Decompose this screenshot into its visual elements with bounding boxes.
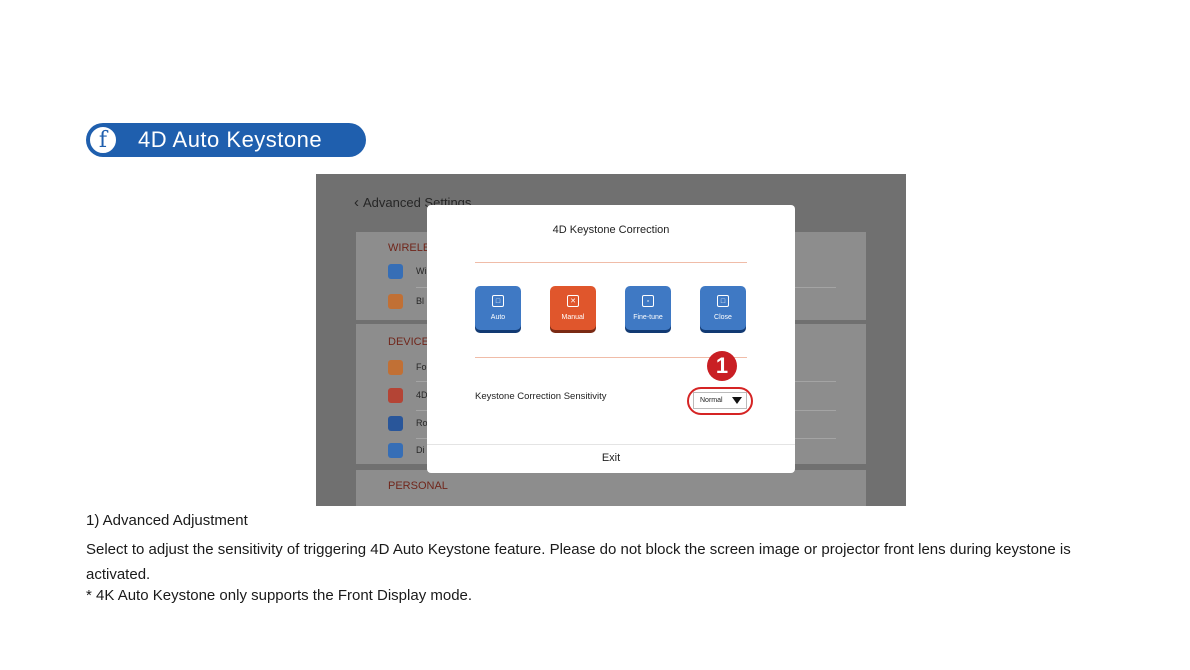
step-description: Select to adjust the sensitivity of trig…: [86, 541, 1071, 583]
ui-screenshot: ‹ Advanced Settings WIRELE Wi Bl DEVICE …: [316, 174, 906, 506]
section-letter-badge: f: [88, 125, 118, 155]
callout-highlight: [687, 387, 753, 415]
section-title: 4D Auto Keystone: [138, 127, 323, 152]
option-label: Auto: [490, 314, 506, 321]
callout-number-badge: 1: [707, 351, 737, 381]
footnote: * 4K Auto Keystone only supports the Fro…: [86, 587, 473, 604]
option-label: Fine-tune: [633, 314, 663, 321]
manual-icon: ✕: [567, 295, 579, 307]
option-label: Close: [714, 314, 732, 321]
keystone-dialog: 4D Keystone Correction □ Auto ✕ Manual ▫…: [427, 205, 795, 473]
fine-tune-option-button[interactable]: ▫ Fine-tune: [625, 286, 671, 330]
auto-icon: □: [492, 295, 504, 307]
dialog-title: 4D Keystone Correction: [552, 224, 670, 236]
section-header: f 4D Auto Keystone: [86, 123, 366, 157]
divider: [475, 357, 747, 358]
step-heading: 1) Advanced Adjustment: [86, 512, 248, 529]
close-option-button[interactable]: □ Close: [700, 286, 746, 330]
divider: [475, 262, 747, 263]
exit-button[interactable]: Exit: [427, 452, 795, 464]
close-icon: □: [717, 295, 729, 307]
divider: [427, 444, 795, 445]
manual-option-button[interactable]: ✕ Manual: [550, 286, 596, 330]
sensitivity-label: Keystone Correction Sensitivity: [475, 391, 607, 402]
option-label: Manual: [561, 314, 585, 321]
fine-tune-icon: ▫: [642, 295, 654, 307]
auto-option-button[interactable]: □ Auto: [475, 286, 521, 330]
